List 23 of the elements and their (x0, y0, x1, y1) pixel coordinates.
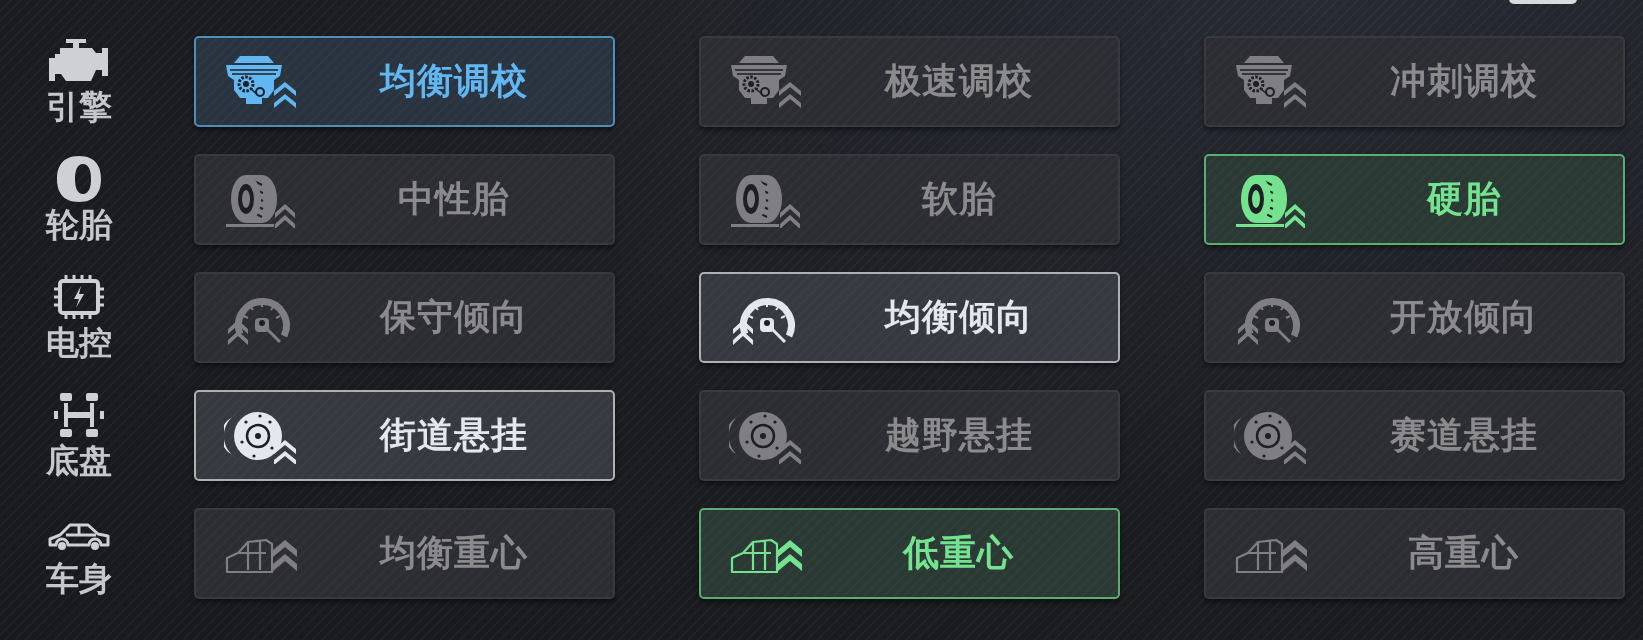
category-label: 底盘 (46, 440, 112, 481)
engine-icon (224, 53, 298, 110)
engine-icon (729, 53, 803, 110)
tuning-option-button[interactable]: 低重心 (699, 508, 1120, 599)
category-label: 轮胎 (46, 204, 112, 245)
tuning-option-button[interactable]: 硬胎 (1204, 154, 1625, 245)
tuning-option-button[interactable]: 软胎 (699, 154, 1120, 245)
tuning-option-button[interactable]: 极速调校 (699, 36, 1120, 127)
tuning-option-button[interactable]: 保守倾向 (194, 272, 615, 363)
tuning-option-button[interactable]: 越野悬挂 (699, 390, 1120, 481)
engine-icon (1234, 53, 1308, 110)
category-label: 电控 (46, 322, 112, 363)
tuning-option-button[interactable]: 均衡重心 (194, 508, 615, 599)
category-label: 引擎 (46, 86, 112, 127)
tuning-option-button[interactable]: 高重心 (1204, 508, 1625, 599)
category-label: 车身 (46, 558, 112, 599)
tuning-option-button[interactable]: 中性胎 (194, 154, 615, 245)
tuning-option-button[interactable]: 赛道悬挂 (1204, 390, 1625, 481)
tuning-option-button[interactable]: 均衡倾向 (699, 272, 1120, 363)
tuning-option-button[interactable]: 开放倾向 (1204, 272, 1625, 363)
tuning-option-button[interactable]: 冲刺调校 (1204, 36, 1625, 127)
tuning-option-button[interactable]: 均衡调校 (194, 36, 615, 127)
tuning-option-button[interactable]: 街道悬挂 (194, 390, 615, 481)
